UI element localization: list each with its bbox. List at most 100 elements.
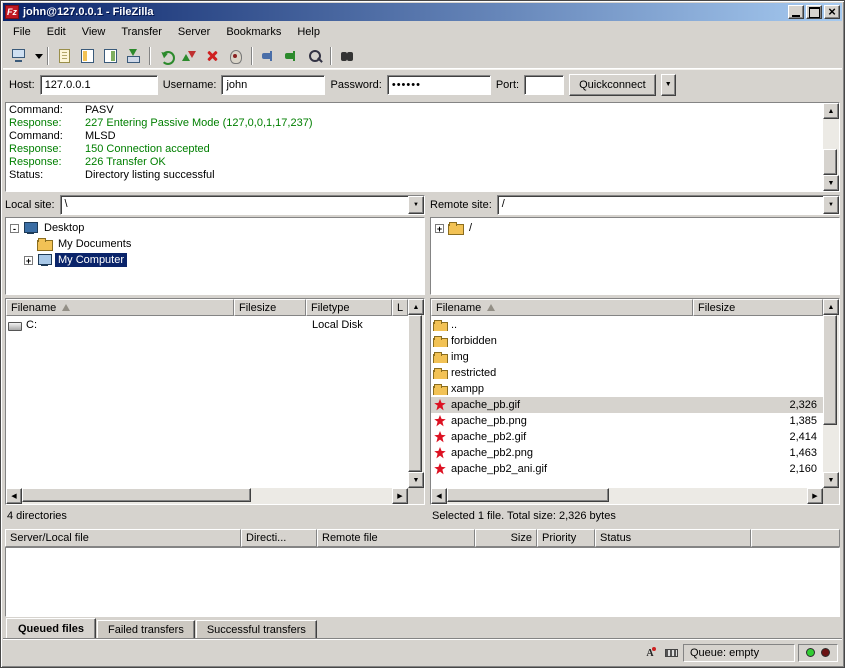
file-row[interactable]: apache_pb.png 1,385: [431, 413, 823, 429]
port-input[interactable]: [524, 75, 564, 95]
scroll-down-button[interactable]: ▼: [823, 175, 839, 191]
remote-path-combo[interactable]: / ▼: [497, 195, 840, 215]
file-row[interactable]: apache_pb2.png 1,463: [431, 445, 823, 461]
maximize-button[interactable]: [806, 5, 822, 19]
scroll-thumb[interactable]: [408, 315, 422, 472]
queue-column-header[interactable]: Size: [475, 529, 537, 547]
queue-column-header[interactable]: Priority: [537, 529, 595, 547]
menu-item[interactable]: Transfer: [113, 23, 170, 41]
toggle-local-tree-button[interactable]: [76, 45, 99, 67]
scroll-left-button[interactable]: ◀: [431, 488, 447, 504]
disconnect-button[interactable]: [224, 45, 247, 67]
queue-tab[interactable]: Successful transfers: [196, 620, 317, 640]
scroll-thumb[interactable]: [447, 488, 609, 502]
queue-tab[interactable]: Queued files: [6, 618, 96, 640]
quickconnect-button[interactable]: Quickconnect: [569, 74, 656, 96]
expander-toggle[interactable]: -: [10, 224, 19, 233]
username-input[interactable]: [221, 75, 325, 95]
scroll-thumb[interactable]: [823, 149, 837, 175]
tree-item[interactable]: - Desktop: [6, 220, 424, 236]
file-row[interactable]: apache_pb.gif 2,326: [431, 397, 823, 413]
column-header[interactable]: Filetype: [306, 299, 392, 316]
remote-list-vscrollbar[interactable]: ▲ ▼: [823, 299, 839, 488]
toggle-queue-button[interactable]: [122, 45, 145, 67]
combo-dropdown-icon[interactable]: ▼: [823, 196, 839, 214]
local-list-vscrollbar[interactable]: ▲ ▼: [408, 299, 424, 488]
combo-dropdown-icon[interactable]: ▼: [408, 196, 424, 214]
menu-item[interactable]: File: [5, 23, 39, 41]
binary-mode-icon[interactable]: [662, 645, 680, 661]
menu-item[interactable]: Bookmarks: [218, 23, 289, 41]
column-header[interactable]: L: [392, 299, 408, 316]
scroll-down-button[interactable]: ▼: [823, 472, 839, 488]
remote-path-value[interactable]: /: [498, 196, 823, 214]
queue-column-header[interactable]: Server/Local file: [5, 529, 241, 547]
titlebar[interactable]: john@127.0.0.1 - FileZilla: [3, 3, 842, 21]
file-row[interactable]: restricted: [431, 365, 823, 381]
scroll-up-button[interactable]: ▲: [408, 299, 424, 315]
file-icon: [433, 383, 447, 395]
scroll-track[interactable]: [823, 119, 839, 175]
remote-list-hscrollbar[interactable]: ◀ ▶: [431, 488, 823, 504]
ascii-mode-icon[interactable]: [641, 645, 659, 661]
refresh-button[interactable]: [155, 45, 178, 67]
menu-item[interactable]: Help: [289, 23, 328, 41]
unplug-button[interactable]: [257, 45, 280, 67]
site-manager-button[interactable]: [7, 45, 30, 67]
scroll-track[interactable]: [823, 315, 839, 472]
password-input[interactable]: [387, 75, 491, 95]
scroll-right-button[interactable]: ▶: [392, 488, 408, 504]
process-queue-button[interactable]: [178, 45, 201, 67]
tree-item[interactable]: My Documents: [6, 236, 424, 252]
minimize-button[interactable]: [788, 5, 804, 19]
column-header[interactable]: Filename: [431, 299, 693, 316]
queue-column-header[interactable]: Remote file: [317, 529, 475, 547]
close-button[interactable]: [824, 5, 840, 19]
filter-button[interactable]: [303, 45, 326, 67]
local-path-value[interactable]: \: [61, 196, 408, 214]
scroll-track[interactable]: [22, 488, 392, 504]
cancel-button[interactable]: [201, 45, 224, 67]
menu-item[interactable]: Server: [170, 23, 218, 41]
local-list-hscrollbar[interactable]: ◀ ▶: [6, 488, 408, 504]
scroll-track[interactable]: [408, 315, 424, 472]
transfer-queue-body[interactable]: [5, 547, 840, 617]
file-row[interactable]: forbidden: [431, 333, 823, 349]
file-row[interactable]: C: Local Disk: [6, 317, 408, 333]
menu-item[interactable]: View: [74, 23, 114, 41]
column-header[interactable]: Filesize: [693, 299, 823, 316]
tree-item[interactable]: + /: [431, 220, 839, 236]
scroll-track[interactable]: [447, 488, 807, 504]
queue-column-header[interactable]: Directi...: [241, 529, 317, 547]
scroll-up-button[interactable]: ▲: [823, 299, 839, 315]
expander-toggle[interactable]: +: [24, 256, 33, 265]
reconnect-button[interactable]: [280, 45, 303, 67]
scroll-right-button[interactable]: ▶: [807, 488, 823, 504]
log-scrollbar[interactable]: ▲ ▼: [823, 103, 839, 191]
quickconnect-dropdown-button[interactable]: ▼: [661, 74, 676, 96]
find-files-button[interactable]: [336, 45, 359, 67]
toggle-message-log-button[interactable]: [53, 45, 76, 67]
host-input[interactable]: [40, 75, 158, 95]
toggle-remote-tree-button[interactable]: [99, 45, 122, 67]
local-path-combo[interactable]: \ ▼: [60, 195, 425, 215]
scroll-down-button[interactable]: ▼: [408, 472, 424, 488]
scroll-up-button[interactable]: ▲: [823, 103, 839, 119]
menu-item[interactable]: Edit: [39, 23, 74, 41]
scroll-left-button[interactable]: ◀: [6, 488, 22, 504]
file-row[interactable]: xampp: [431, 381, 823, 397]
column-header[interactable]: Filesize: [234, 299, 306, 316]
queue-column-header[interactable]: Status: [595, 529, 751, 547]
tree-item[interactable]: + My Computer: [6, 252, 424, 268]
file-row[interactable]: apache_pb2_ani.gif 2,160: [431, 461, 823, 477]
queue-tab[interactable]: Failed transfers: [97, 620, 195, 640]
column-header[interactable]: Filename: [6, 299, 234, 316]
scroll-thumb[interactable]: [22, 488, 251, 502]
file-row[interactable]: ..: [431, 317, 823, 333]
site-manager-dropdown-button[interactable]: [30, 45, 43, 67]
scroll-thumb[interactable]: [823, 315, 837, 425]
file-icon: [433, 351, 447, 363]
expander-toggle[interactable]: +: [435, 224, 444, 233]
file-row[interactable]: img: [431, 349, 823, 365]
file-row[interactable]: apache_pb2.gif 2,414: [431, 429, 823, 445]
